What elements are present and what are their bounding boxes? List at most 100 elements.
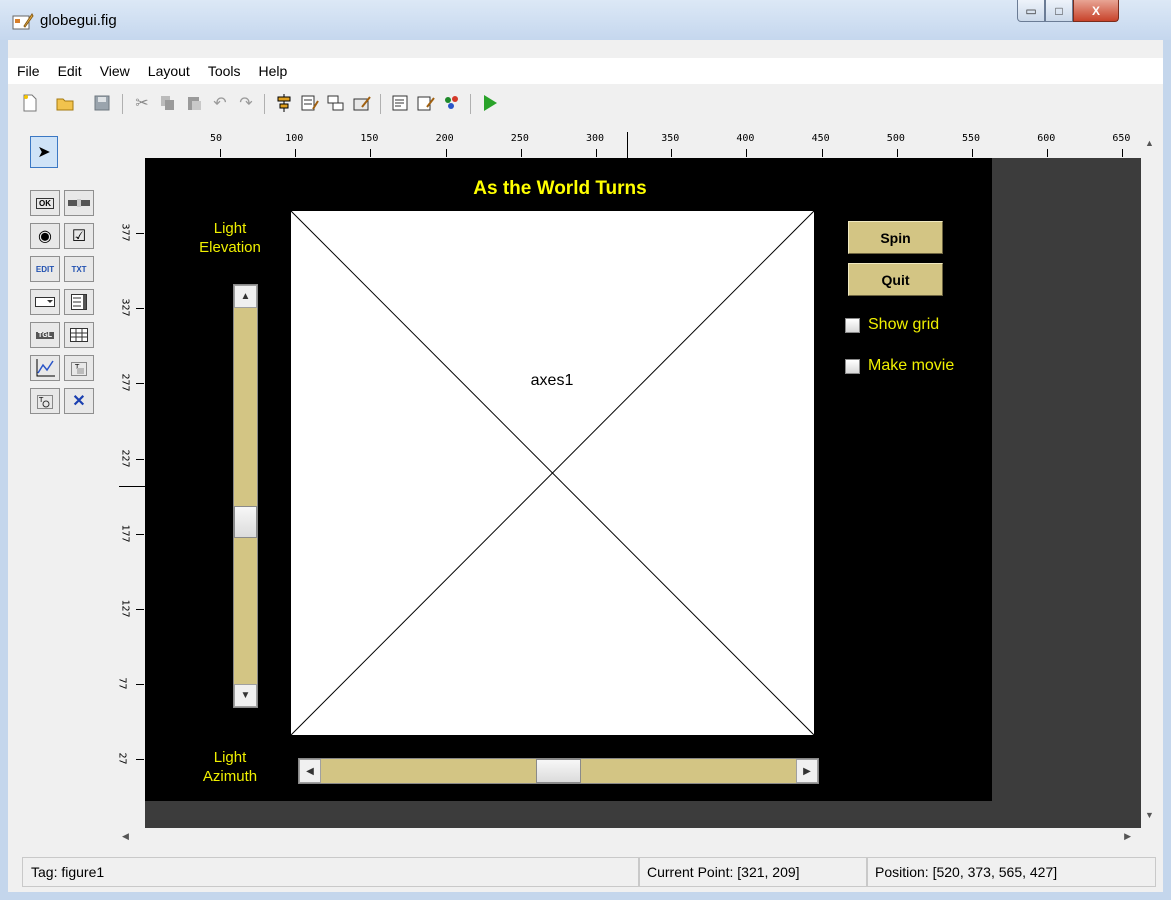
checkbox-tool-icon[interactable]: ☑ <box>64 223 94 249</box>
new-file-icon[interactable] <box>20 93 40 113</box>
vertical-scrollbar[interactable]: ▲ ▼ <box>1141 130 1161 828</box>
ruler-left-tick-label: 227 <box>119 449 131 468</box>
ruler-cursor-marker <box>119 486 145 487</box>
undo-icon[interactable]: ↶ <box>210 93 230 113</box>
minimize-button[interactable]: ▭ <box>1017 0 1045 22</box>
horizontal-scrollbar[interactable]: ◀ ▶ <box>118 828 1141 846</box>
scroll-up-icon[interactable]: ▲ <box>1145 138 1154 148</box>
slider-right-arrow[interactable]: ▶ <box>796 759 818 783</box>
scroll-down-icon[interactable]: ▼ <box>1145 810 1154 820</box>
light-elevation-label-line2: Elevation <box>199 239 261 256</box>
checkbox-square[interactable] <box>845 358 860 374</box>
ruler-top-tick <box>972 149 973 157</box>
toolbar-separator <box>380 94 381 114</box>
mfile-editor-icon[interactable] <box>390 93 410 113</box>
quit-button[interactable]: Quit <box>848 263 943 296</box>
elevation-slider-thumb[interactable] <box>234 506 257 538</box>
paste-icon[interactable] <box>184 93 204 113</box>
show-grid-checkbox[interactable]: Show grid <box>845 316 939 334</box>
spin-button[interactable]: Spin <box>848 221 943 254</box>
tab-order-icon[interactable] <box>326 93 346 113</box>
cut-icon[interactable]: ✂ <box>132 93 152 113</box>
slider-up-arrow[interactable]: ▲ <box>234 285 257 308</box>
window-title: globegui.fig <box>40 12 117 29</box>
ruler-top-tick-label: 100 <box>285 133 304 144</box>
axes1-plot-area[interactable] <box>291 211 814 735</box>
ruler-top-tick-label: 550 <box>962 133 981 144</box>
light-azimuth-label-line1: Light <box>213 749 247 766</box>
toggle-button-tool[interactable]: TGL <box>30 322 60 348</box>
light-elevation-label-line1: Light <box>213 220 247 237</box>
object-browser-icon[interactable] <box>442 93 462 113</box>
axes-tool-icon[interactable] <box>30 355 60 381</box>
component-palette: ➤ OK ◉ ☑ EDIT TXT TGL T T ✕ <box>30 136 110 466</box>
button-group-tool-icon[interactable]: T <box>30 388 60 414</box>
axes-tag-label: axes1 <box>530 372 574 389</box>
menu-help[interactable]: Help <box>250 63 297 79</box>
ruler-left-tick-label: 127 <box>119 599 131 618</box>
ruler-top-tick <box>821 149 823 157</box>
menu-layout[interactable]: Layout <box>139 63 199 79</box>
ruler-top-tick <box>596 149 597 157</box>
close-button[interactable]: X <box>1073 0 1119 22</box>
menu-tools[interactable]: Tools <box>199 63 250 79</box>
ruler-left-tick-label: 27 <box>116 752 128 765</box>
static-text-tool[interactable]: TXT <box>64 256 94 282</box>
ruler-left-tick-label: 327 <box>119 298 131 317</box>
light-azimuth-slider[interactable]: ◀ ▶ <box>298 758 819 784</box>
save-icon[interactable] <box>92 93 112 113</box>
table-tool-icon[interactable] <box>64 322 94 348</box>
align-objects-icon[interactable] <box>274 93 294 113</box>
ruler-top-tick <box>220 149 221 157</box>
menu-file[interactable]: File <box>8 63 49 79</box>
make-movie-label: Make movie <box>868 357 955 374</box>
menu-bar: File Edit View Layout Tools Help <box>8 58 1163 84</box>
show-grid-label: Show grid <box>868 316 940 333</box>
redo-icon[interactable]: ↷ <box>236 93 256 113</box>
ruler-top-tick <box>520 149 522 157</box>
scroll-left-icon[interactable]: ◀ <box>122 831 129 842</box>
light-elevation-label[interactable]: Light Elevation <box>180 219 280 257</box>
ruler-left-tick <box>136 458 144 460</box>
light-azimuth-label-line2: Azimuth <box>202 768 258 785</box>
maximize-button[interactable]: □ <box>1045 0 1073 22</box>
azimuth-slider-thumb[interactable] <box>536 759 581 783</box>
ruler-top-tick-label: 200 <box>435 133 454 144</box>
slider-tool-icon[interactable] <box>64 190 94 216</box>
edit-text-tool[interactable]: EDIT <box>30 256 60 282</box>
push-button-tool-icon: OK <box>36 197 54 209</box>
light-elevation-slider[interactable]: ▲ ▼ <box>233 284 258 708</box>
make-movie-checkbox[interactable]: Make movie <box>845 357 954 375</box>
slider-down-arrow[interactable]: ▼ <box>234 684 257 707</box>
ruler-left-tick <box>136 533 144 535</box>
menu-edit[interactable]: Edit <box>49 63 91 79</box>
menu-editor-icon[interactable] <box>300 93 320 113</box>
listbox-tool-icon[interactable] <box>64 289 94 315</box>
open-folder-icon[interactable] <box>56 93 76 113</box>
scroll-right-icon[interactable]: ▶ <box>1124 831 1131 842</box>
copy-icon[interactable] <box>158 93 178 113</box>
toolbar-editor-icon[interactable] <box>352 93 372 113</box>
ruler-left-tick <box>136 609 144 610</box>
popup-menu-tool-icon[interactable] <box>30 289 60 315</box>
checkbox-square[interactable] <box>845 317 860 333</box>
toolbar-separator <box>122 94 123 114</box>
toolbar: ✂ ↶ ↷ <box>8 88 1163 120</box>
light-azimuth-label[interactable]: Light Azimuth <box>180 748 280 786</box>
activex-tool-icon[interactable]: ✕ <box>64 388 94 414</box>
title-bar[interactable]: globegui.fig ▭ □ X <box>0 0 1171 40</box>
menu-view[interactable]: View <box>91 63 139 79</box>
slider-left-arrow[interactable]: ◀ <box>299 759 321 783</box>
radio-button-tool-icon[interactable]: ◉ <box>30 223 60 249</box>
figure-title-text[interactable]: As the World Turns <box>445 178 675 200</box>
ruler-top-tick-label: 650 <box>1112 133 1131 144</box>
run-figure-icon[interactable] <box>480 93 500 113</box>
ruler-top-tick <box>370 149 372 157</box>
ruler-left-tick <box>136 233 144 234</box>
property-inspector-icon[interactable] <box>416 93 436 113</box>
panel-tool-icon[interactable]: T <box>64 355 94 381</box>
ruler-left-tick <box>136 684 144 686</box>
push-button-tool[interactable]: OK <box>30 190 60 216</box>
select-tool-icon[interactable]: ➤ <box>30 136 58 168</box>
guide-app-icon <box>12 13 34 30</box>
